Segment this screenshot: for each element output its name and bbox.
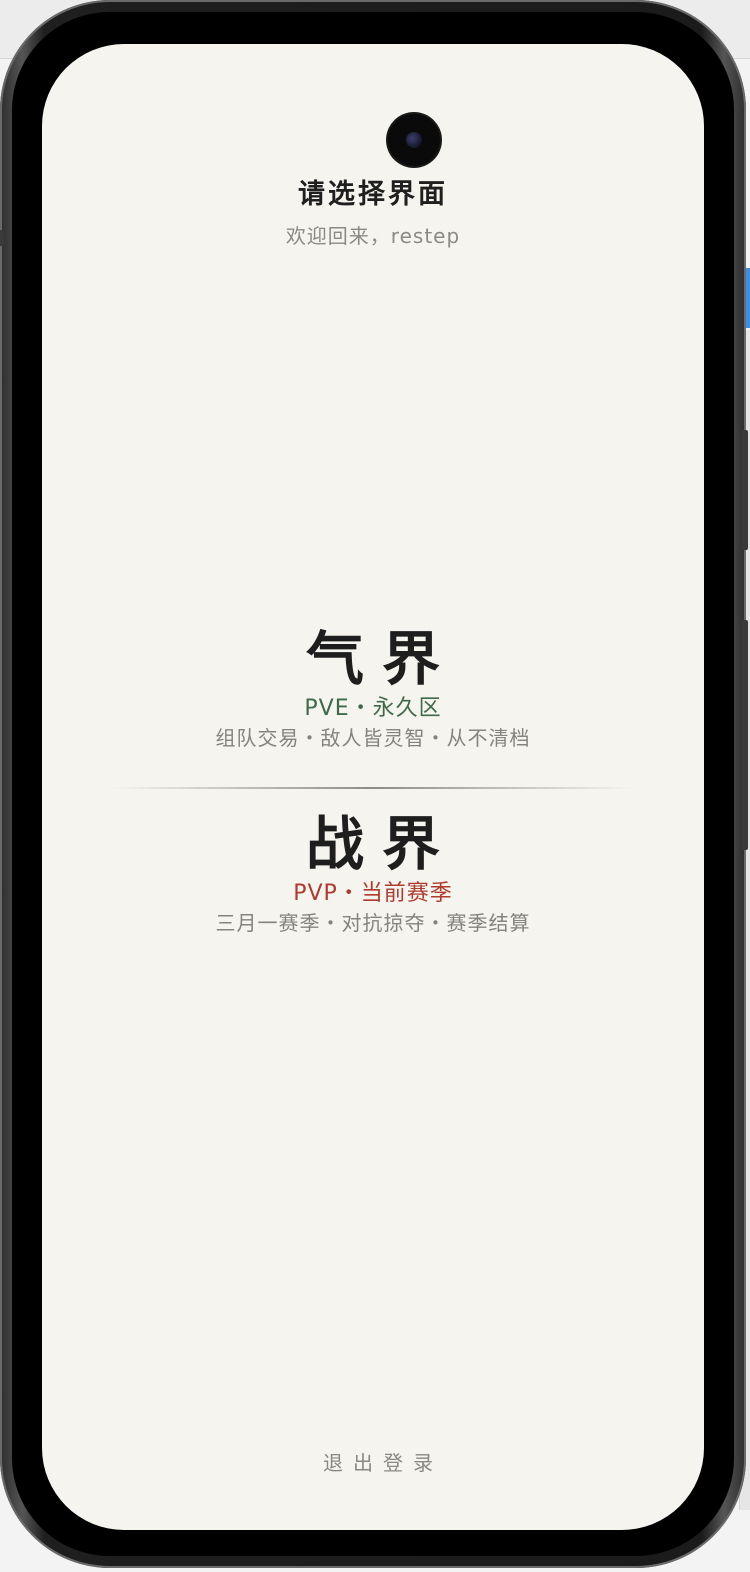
welcome-message: 欢迎回来，restep (285, 224, 461, 248)
camera-icon (388, 114, 440, 166)
realm-tag: PVE・永久区 (304, 696, 442, 721)
app-screen: 请选择界面 欢迎回来，restep 气界 PVE・永久区 组队交易・敌人皆灵智・… (42, 44, 704, 1530)
realm-name: 战界 (305, 810, 458, 878)
realm-divider (112, 787, 634, 789)
realm-description: 三月一赛季・对抗掠夺・赛季结算 (215, 911, 531, 935)
realm-option-pvp[interactable]: 战界 PVP・当前赛季 三月一赛季・对抗掠夺・赛季结算 (42, 809, 704, 937)
realm-description: 组队交易・敌人皆灵智・从不清档 (215, 726, 531, 750)
realm-option-pve[interactable]: 气界 PVE・永久区 组队交易・敌人皆灵智・从不清档 (42, 624, 704, 752)
realm-name: 气界 (305, 625, 458, 693)
logout-button[interactable]: 退出登录 (42, 1447, 704, 1476)
phone-power-button (742, 430, 748, 550)
phone-side-button (0, 230, 4, 246)
realm-tag: PVP・当前赛季 (293, 881, 453, 906)
phone-volume-button (742, 620, 748, 850)
page-title: 请选择界面 (298, 179, 448, 210)
